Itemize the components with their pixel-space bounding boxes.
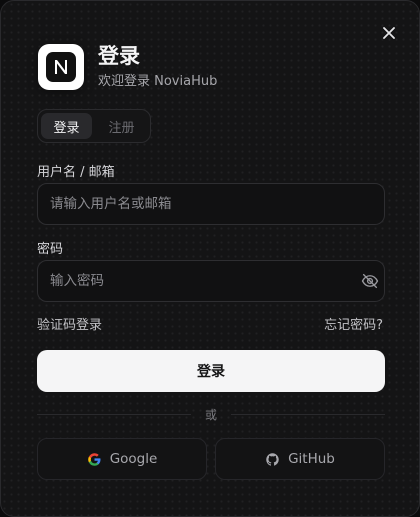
divider-right [231, 414, 385, 415]
password-visibility-toggle[interactable] [361, 272, 379, 290]
auth-tabs: 登录 注册 [37, 109, 151, 143]
github-login-button[interactable]: GitHub [215, 438, 385, 480]
page-title: 登录 [98, 44, 140, 68]
divider-or-text: 或 [204, 408, 217, 422]
code-login-link[interactable]: 验证码登录 [37, 314, 102, 333]
close-button[interactable] [379, 23, 399, 43]
password-label: 密码 [37, 242, 64, 257]
google-label: Google [109, 451, 158, 467]
forgot-password-link[interactable]: 忘记密码? [324, 314, 383, 333]
github-icon [266, 452, 279, 466]
google-icon [87, 452, 101, 466]
eye-off-icon [361, 273, 379, 289]
brand-logo [38, 44, 84, 90]
github-label: GitHub [288, 451, 335, 467]
close-icon [383, 27, 395, 39]
page-subtitle: 欢迎登录 NoviaHub [98, 74, 218, 89]
tab-login[interactable]: 登录 [41, 113, 92, 139]
login-modal: 登录 欢迎登录 NoviaHub 登录 注册 用户名 / 邮箱 密码 验证码登录… [0, 0, 420, 517]
username-label: 用户名 / 邮箱 [37, 165, 115, 180]
tab-register[interactable]: 注册 [96, 113, 147, 139]
divider-left [37, 414, 191, 415]
username-input[interactable] [37, 183, 385, 225]
password-input[interactable] [37, 260, 385, 302]
google-login-button[interactable]: Google [37, 438, 207, 480]
brand-logo-icon [46, 52, 76, 82]
login-submit-button[interactable]: 登录 [37, 350, 385, 392]
